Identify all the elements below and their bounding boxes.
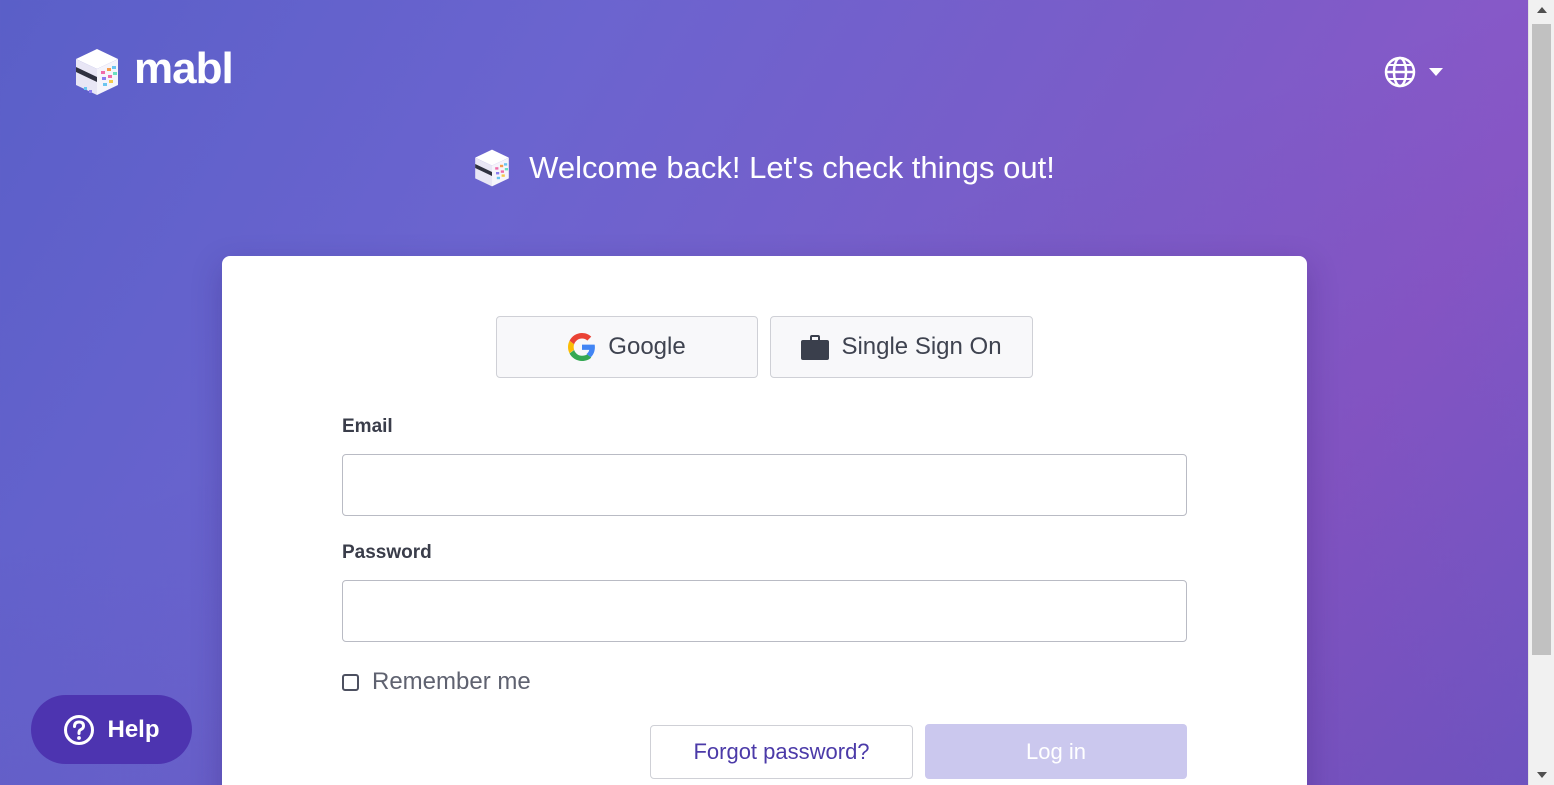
globe-icon (1384, 56, 1416, 88)
password-field[interactable] (342, 580, 1187, 642)
language-selector[interactable] (1384, 56, 1444, 88)
page-scrollbar[interactable] (1528, 0, 1554, 785)
remember-me-checkbox[interactable] (342, 673, 359, 691)
login-page: mabl Welcome back! Let's check things ou… (0, 0, 1528, 785)
remember-me[interactable]: Remember me (342, 668, 531, 696)
remember-me-label: Remember me (372, 668, 531, 695)
welcome-heading: Welcome back! Let's check things out! (0, 148, 1528, 188)
briefcase-icon (801, 335, 830, 360)
help-button[interactable]: Help (31, 695, 192, 764)
forgot-password-button[interactable]: Forgot password? (650, 725, 913, 779)
email-field[interactable] (342, 454, 1187, 516)
brand-logo[interactable]: mabl (74, 44, 234, 97)
google-login-button[interactable]: Google (496, 316, 758, 378)
mabl-cube-icon (475, 149, 509, 187)
single-sign-on-button[interactable]: Single Sign On (770, 316, 1033, 378)
login-button[interactable]: Log in (925, 724, 1187, 779)
help-label: Help (107, 715, 160, 743)
question-circle-icon (64, 714, 95, 745)
caret-down-icon (1429, 68, 1443, 76)
mabl-cube-icon (76, 49, 118, 95)
google-g-icon (568, 333, 596, 361)
login-card: Google Single Sign On Email Password Rem… (222, 256, 1307, 785)
password-label: Password (342, 542, 432, 563)
sso-buttons: Google Single Sign On (496, 316, 1033, 378)
welcome-text: Welcome back! Let's check things out! (529, 150, 1055, 185)
single-sign-on-label: Single Sign On (841, 333, 1002, 360)
google-login-label: Google (608, 333, 686, 360)
scrollbar-thumb[interactable] (1532, 24, 1551, 655)
scroll-down-arrow-icon[interactable] (1529, 765, 1554, 785)
scroll-up-arrow-icon[interactable] (1529, 0, 1554, 20)
email-label: Email (342, 416, 393, 437)
brand-name: mabl (134, 44, 234, 93)
